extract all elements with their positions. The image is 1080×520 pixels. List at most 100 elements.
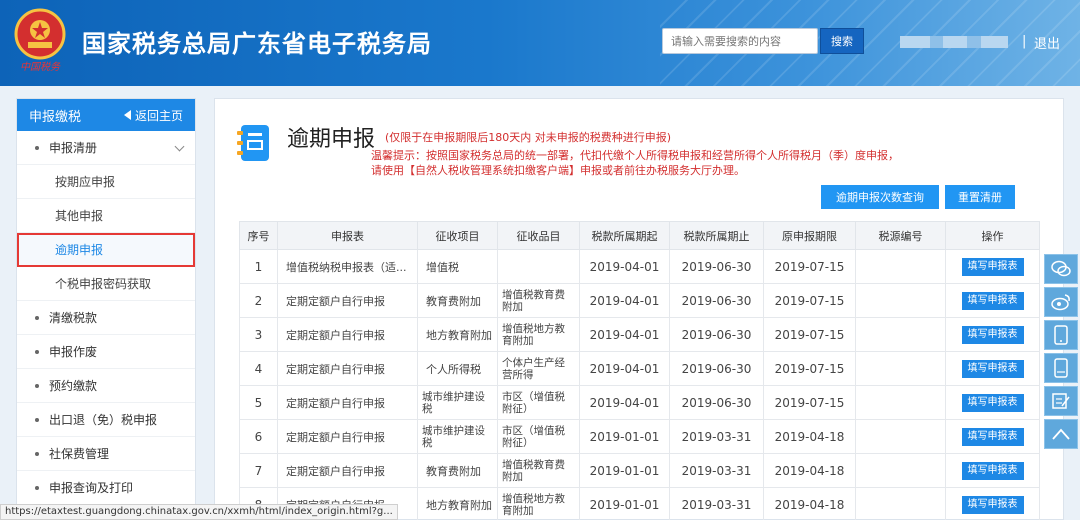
table-row: 2 定期定额户自行申报 教育费附加 增值税教育费附加 2019-04-01 20… xyxy=(239,283,1040,318)
cell-deadline: 2019-07-15 xyxy=(763,351,856,386)
fill-form-button[interactable]: 填写申报表 xyxy=(961,495,1024,514)
overdue-count-query-button[interactable]: 逾期申报次数查询 xyxy=(821,185,939,209)
cell-item: 个人所得税 xyxy=(417,351,498,386)
sidebar-item-label: 清缴税款 xyxy=(49,311,98,325)
fill-form-button[interactable]: 填写申报表 xyxy=(961,257,1024,276)
sidebar-item-label: 按期应申报 xyxy=(55,175,116,189)
page-title: 逾期申报 xyxy=(287,127,376,152)
browser-status-url: https://etaxtest.guangdong.chinatax.gov.… xyxy=(0,504,398,520)
cell-item: 地方教育附加 xyxy=(417,317,498,352)
sidebar-item-overdue[interactable]: 逾期申报 xyxy=(17,233,195,267)
sidebar-item-social-security[interactable]: 社保费管理 xyxy=(17,437,195,471)
col-header: 征收项目 xyxy=(417,221,498,250)
mobile-icon[interactable] xyxy=(1044,320,1078,350)
cell-no: 4 xyxy=(239,351,278,386)
reset-list-button[interactable]: 重置清册 xyxy=(945,185,1015,209)
col-header: 序号 xyxy=(239,221,278,250)
sidebar-item-label: 申报清册 xyxy=(49,141,98,155)
sidebar-menu: 申报清册 按期应申报 其他申报 逾期申报 个税申报密码获取 清缴税款 申报作废 … xyxy=(17,131,195,505)
sidebar-item-label: 其他申报 xyxy=(55,209,104,223)
cell-end: 2019-06-30 xyxy=(669,283,764,318)
col-header: 税款所属期起 xyxy=(579,221,670,250)
table-row: 3 定期定额户自行申报 地方教育附加 增值税地方教育附加 2019-04-01 … xyxy=(239,317,1040,352)
sidebar-item-label: 预约缴款 xyxy=(49,379,98,393)
back-to-top-icon[interactable] xyxy=(1044,419,1078,449)
fill-form-button[interactable]: 填写申报表 xyxy=(961,393,1024,412)
sidebar-item-other[interactable]: 其他申报 xyxy=(17,199,195,233)
search-button[interactable]: 搜索 xyxy=(820,28,864,54)
fill-form-button[interactable]: 填写申报表 xyxy=(961,427,1024,446)
home-link[interactable]: 返回主页 xyxy=(123,107,183,124)
cell-subitem: 市区（增值税附征） xyxy=(497,419,580,454)
sidebar-title: 申报缴税 xyxy=(29,109,82,125)
username-redacted xyxy=(900,36,1008,48)
logout-link[interactable]: 退出 xyxy=(1034,33,1060,52)
table-row: 4 定期定额户自行申报 个人所得税 个体户生产经营所得 2019-04-01 2… xyxy=(239,351,1040,386)
table-row: 5 定期定额户自行申报 城市维护建设税 市区（增值税附征） 2019-04-01… xyxy=(239,385,1040,420)
tablet-icon[interactable] xyxy=(1044,353,1078,383)
sidebar-item-export-refund[interactable]: 出口退（免）税申报 xyxy=(17,403,195,437)
cell-action: 填写申报表 xyxy=(945,249,1040,284)
cell-end: 2019-06-30 xyxy=(669,351,764,386)
cell-start: 2019-04-01 xyxy=(579,351,670,386)
cell-start: 2019-04-01 xyxy=(579,283,670,318)
edit-icon[interactable] xyxy=(1044,386,1078,416)
cell-deadline: 2019-07-15 xyxy=(763,283,856,318)
cell-start: 2019-01-01 xyxy=(579,419,670,454)
cell-subitem xyxy=(497,249,580,284)
document-icon xyxy=(237,125,269,161)
cell-end: 2019-06-30 xyxy=(669,317,764,352)
sidebar-item-settle-tax[interactable]: 清缴税款 xyxy=(17,301,195,335)
sidebar-item-iit-password[interactable]: 个税申报密码获取 xyxy=(17,267,195,301)
sidebar-item-void[interactable]: 申报作废 xyxy=(17,335,195,369)
sidebar-item-label: 社保费管理 xyxy=(49,447,110,461)
cell-end: 2019-06-30 xyxy=(669,385,764,420)
cell-source-id xyxy=(855,317,946,352)
col-header: 操作 xyxy=(945,221,1040,250)
sidebar-item-label: 申报查询及打印 xyxy=(49,481,134,495)
table-header-row: 序号 申报表 征收项目 征收品目 税款所属期起 税款所属期止 原申报期限 税源编… xyxy=(239,221,1040,250)
cell-no: 6 xyxy=(239,419,278,454)
weibo-icon[interactable] xyxy=(1044,287,1078,317)
cell-action: 填写申报表 xyxy=(945,385,1040,420)
fill-form-button[interactable]: 填写申报表 xyxy=(961,291,1024,310)
site-header: 中国税务 国家税务总局广东省电子税务局 搜索 | 退出 xyxy=(0,0,1080,86)
cell-end: 2019-03-31 xyxy=(669,487,764,520)
cell-source-id xyxy=(855,487,946,520)
emblem-caption: 中国税务 xyxy=(20,62,60,73)
cell-action: 填写申报表 xyxy=(945,317,1040,352)
sidebar: 申报缴税 返回主页 申报清册 按期应申报 其他申报 逾期申报 个税申报密码获取 … xyxy=(16,98,196,520)
cell-action: 填写申报表 xyxy=(945,419,1040,454)
cell-subitem: 增值税教育费附加 xyxy=(497,283,580,318)
cell-source-id xyxy=(855,385,946,420)
fill-form-button[interactable]: 填写申报表 xyxy=(961,359,1024,378)
cell-end: 2019-06-30 xyxy=(669,249,764,284)
page-subtitle: (仅限于在申报期限后180天内 对未申报的税费种进行申报) xyxy=(385,131,672,144)
fill-form-button[interactable]: 填写申报表 xyxy=(961,461,1024,480)
cell-deadline: 2019-07-15 xyxy=(763,249,856,284)
table-row: 6 定期定额户自行申报 城市维护建设税 市区（增值税附征） 2019-01-01… xyxy=(239,419,1040,454)
cell-deadline: 2019-04-18 xyxy=(763,419,856,454)
cell-action: 填写申报表 xyxy=(945,283,1040,318)
search-input[interactable] xyxy=(662,28,818,54)
cell-end: 2019-03-31 xyxy=(669,453,764,488)
overdue-table: 序号 申报表 征收项目 征收品目 税款所属期起 税款所属期止 原申报期限 税源编… xyxy=(239,221,1040,520)
fill-form-button[interactable]: 填写申报表 xyxy=(961,325,1024,344)
cell-form: 定期定额户自行申报 xyxy=(277,317,418,352)
cell-item: 地方教育附加 xyxy=(417,487,498,520)
wechat-icon[interactable] xyxy=(1044,254,1078,284)
sidebar-item-declaration-list[interactable]: 申报清册 xyxy=(17,131,195,165)
cell-subitem: 增值税教育费附加 xyxy=(497,453,580,488)
cell-deadline: 2019-04-18 xyxy=(763,487,856,520)
cell-item: 教育费附加 xyxy=(417,283,498,318)
sidebar-item-scheduled-payment[interactable]: 预约缴款 xyxy=(17,369,195,403)
sidebar-item-query-print[interactable]: 申报查询及打印 xyxy=(17,471,195,505)
sidebar-item-label: 逾期申报 xyxy=(55,243,104,257)
sidebar-item-label: 个税申报密码获取 xyxy=(55,277,152,291)
cell-source-id xyxy=(855,249,946,284)
cell-item: 城市维护建设税 xyxy=(417,419,498,454)
sidebar-item-scheduled[interactable]: 按期应申报 xyxy=(17,165,195,199)
cell-subitem: 个体户生产经营所得 xyxy=(497,351,580,386)
cell-item: 教育费附加 xyxy=(417,453,498,488)
cell-start: 2019-01-01 xyxy=(579,487,670,520)
